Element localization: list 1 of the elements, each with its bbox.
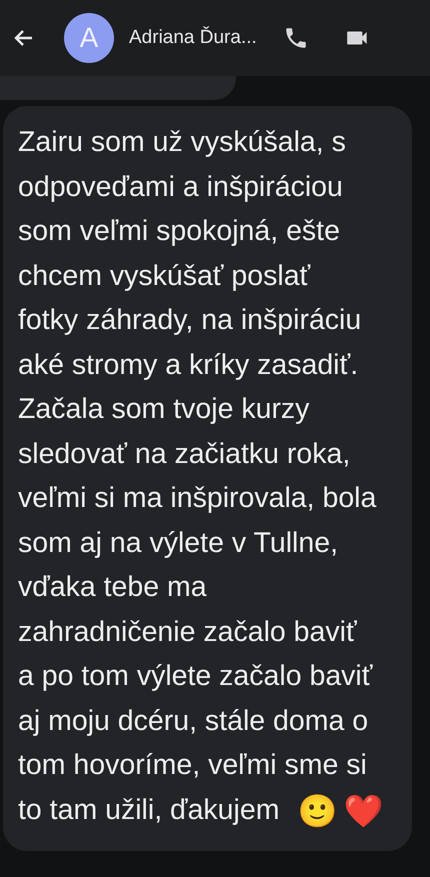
contact-name[interactable]: Adriana Ďura... bbox=[129, 27, 257, 49]
